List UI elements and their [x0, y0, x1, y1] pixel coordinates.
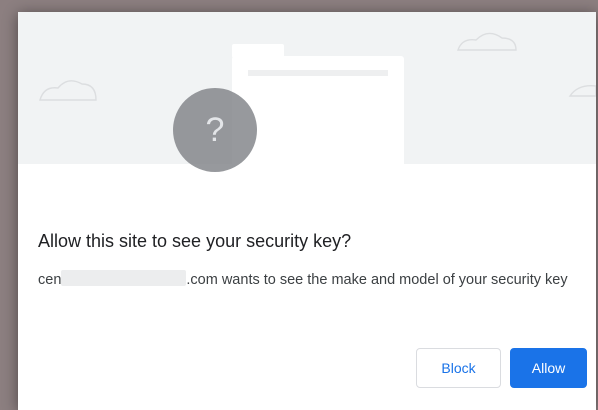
cloud-icon	[568, 85, 596, 97]
block-button[interactable]: Block	[416, 348, 501, 388]
site-name-start: cen	[38, 272, 62, 288]
browser-window-graphic	[232, 56, 404, 196]
message-text: .com wants to see the make and model of …	[186, 272, 568, 288]
window-bar-graphic	[248, 70, 388, 76]
allow-button[interactable]: Allow	[510, 348, 587, 388]
dialog-message: cen .com wants to see the make and model …	[38, 269, 578, 292]
window-tab-graphic	[232, 44, 284, 58]
illustration-graphic	[39, 32, 596, 196]
cloud-icon	[39, 80, 97, 101]
dialog-title: Allow this site to see your security key…	[38, 231, 352, 251]
permission-dialog: ? Allow this site to see your security k…	[18, 12, 596, 410]
question-mark-icon: ?	[173, 88, 257, 172]
cloud-icon	[457, 32, 517, 51]
redacted-site-name	[61, 270, 187, 286]
dialog-illustration: ?	[18, 12, 596, 196]
